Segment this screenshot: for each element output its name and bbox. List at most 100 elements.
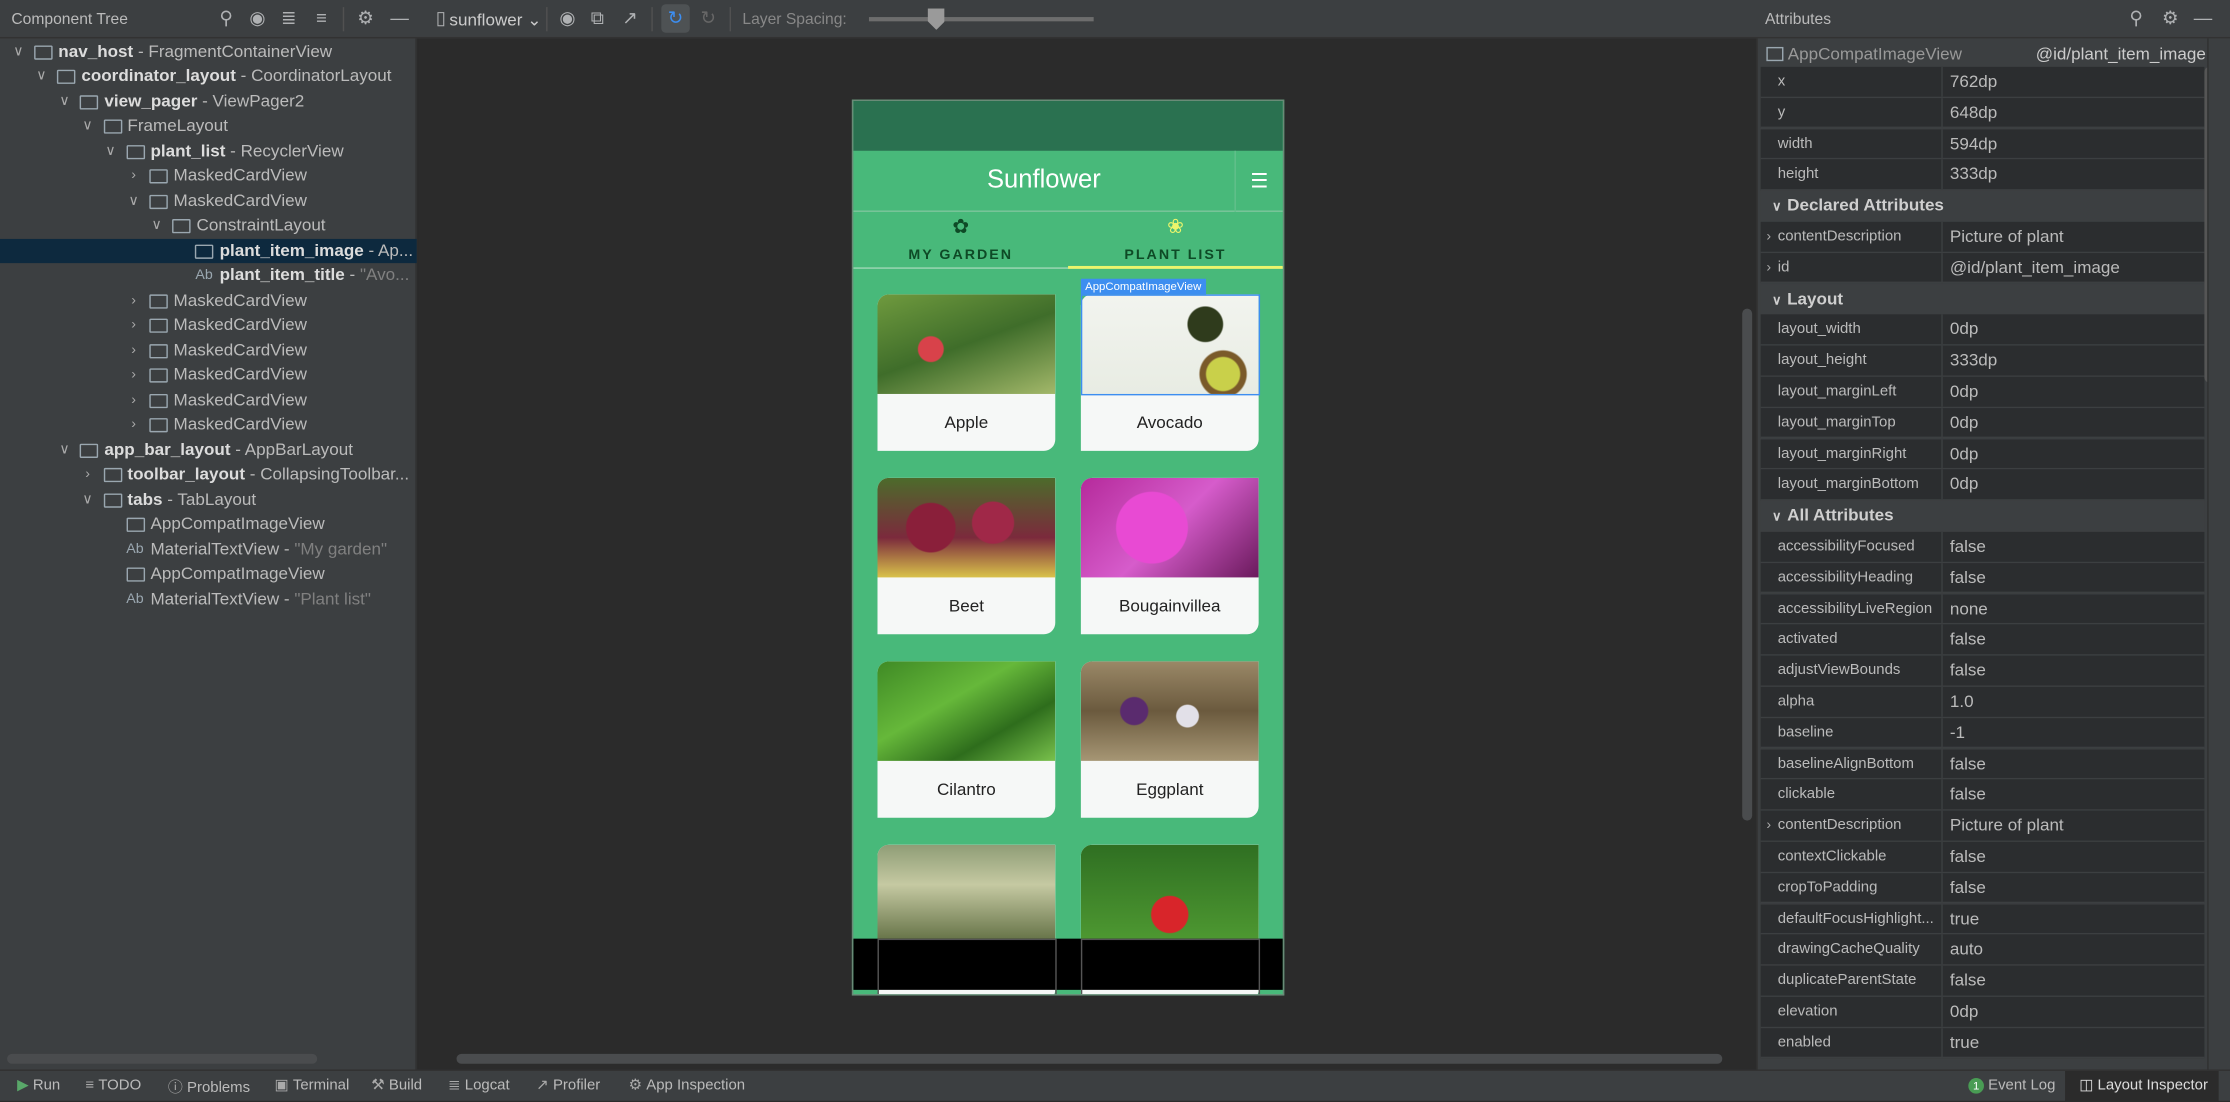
- tree-node[interactable]: ∨ ConstraintLayout: [0, 213, 417, 238]
- attribute-row[interactable]: layout_marginTop 0dp: [1760, 407, 2205, 439]
- attribute-value[interactable]: false: [1950, 532, 1986, 562]
- chevron-right-icon[interactable]: ›: [127, 338, 141, 363]
- layout-section[interactable]: ∨ Layout: [1760, 283, 2205, 315]
- attribute-value[interactable]: 0dp: [1950, 470, 1978, 500]
- chevron-down-icon[interactable]: ∨: [1772, 199, 1781, 213]
- attribute-row[interactable]: height 333dp: [1760, 159, 2205, 191]
- live-updates-icon[interactable]: ↻: [661, 4, 690, 33]
- attribute-row[interactable]: activated false: [1760, 624, 2205, 656]
- chevron-right-icon[interactable]: ›: [127, 288, 141, 313]
- attribute-row[interactable]: baselineAlignBottom false: [1760, 748, 2205, 780]
- horizontal-scrollbar[interactable]: [456, 1053, 1723, 1064]
- process-selector[interactable]: sunflower ⌄: [449, 10, 541, 30]
- attribute-value[interactable]: 648dp: [1950, 98, 1997, 128]
- search-icon[interactable]: ⚲: [2125, 7, 2148, 30]
- chevron-right-icon[interactable]: ›: [1766, 222, 1771, 252]
- chevron-down-icon[interactable]: ∨: [57, 437, 71, 462]
- attribute-row[interactable]: clickable false: [1760, 779, 2205, 811]
- tree-node[interactable]: › toolbar_layout - CollapsingToolbar...: [0, 462, 417, 487]
- attribute-value[interactable]: 333dp: [1950, 346, 1997, 376]
- plant-card[interactable]: Eggplant: [1080, 661, 1259, 818]
- tool-window-build[interactable]: ⚒ Build: [371, 1077, 422, 1094]
- attribute-value[interactable]: true: [1950, 1028, 1979, 1058]
- layout-inspector-button[interactable]: ◫ Layout Inspector: [2065, 1070, 2220, 1102]
- attribute-value[interactable]: false: [1950, 625, 1986, 655]
- tree-node[interactable]: ∨ plant_list - RecyclerView: [0, 139, 417, 164]
- attribute-row[interactable]: accessibilityLiveRegion none: [1760, 593, 2205, 625]
- tree-node[interactable]: ∨ nav_host - FragmentContainerView: [0, 39, 417, 64]
- tool-window-terminal[interactable]: ▣ Terminal: [274, 1077, 349, 1094]
- tree-node[interactable]: ∨ tabs - TabLayout: [0, 487, 417, 512]
- attribute-row[interactable]: y 648dp: [1760, 97, 2205, 129]
- attribute-value[interactable]: false: [1950, 563, 1986, 593]
- chevron-right-icon[interactable]: ›: [80, 462, 94, 487]
- tab-plant-list[interactable]: ❀ PLANT LIST: [1068, 212, 1283, 269]
- attribute-value[interactable]: Picture of plant: [1950, 222, 2064, 252]
- tool-window-problems[interactable]: ⓘ Problems: [168, 1077, 250, 1098]
- chevron-right-icon[interactable]: ›: [127, 363, 141, 388]
- attribute-value[interactable]: none: [1950, 594, 1988, 624]
- tool-window-todo[interactable]: ≡ TODO: [85, 1077, 141, 1094]
- attribute-value[interactable]: 333dp: [1950, 160, 1997, 190]
- attribute-row[interactable]: defaultFocusHighlight... true: [1760, 903, 2205, 935]
- attribute-value[interactable]: 0dp: [1950, 377, 1978, 407]
- attribute-value[interactable]: 0dp: [1950, 315, 1978, 345]
- attribute-row[interactable]: layout_height 333dp: [1760, 345, 2205, 377]
- chevron-down-icon[interactable]: ∨: [57, 89, 71, 114]
- chevron-right-icon[interactable]: ›: [1766, 811, 1771, 841]
- attribute-row[interactable]: alpha 1.0: [1760, 686, 2205, 718]
- attribute-value[interactable]: true: [1950, 904, 1979, 934]
- plant-card[interactable]: Apple: [877, 294, 1056, 451]
- tree-node[interactable]: ∨ FrameLayout: [0, 114, 417, 139]
- minimize-icon[interactable]: —: [388, 7, 411, 30]
- attribute-row[interactable]: layout_marginBottom 0dp: [1760, 469, 2205, 501]
- tree-node[interactable]: Ab MaterialTextView - "My garden": [0, 537, 417, 562]
- attribute-value[interactable]: false: [1950, 966, 1986, 996]
- chevron-down-icon[interactable]: ∨: [127, 188, 141, 213]
- attribute-row[interactable]: layout_marginLeft 0dp: [1760, 376, 2205, 408]
- chevron-right-icon[interactable]: ›: [127, 313, 141, 338]
- tree-node[interactable]: › MaskedCardView: [0, 313, 417, 338]
- all-attributes-section[interactable]: ∨ All Attributes: [1760, 500, 2205, 532]
- tree-node[interactable]: › MaskedCardView: [0, 412, 417, 437]
- attribute-value[interactable]: 0dp: [1950, 408, 1978, 438]
- attribute-value[interactable]: 594dp: [1950, 129, 1997, 159]
- chevron-right-icon[interactable]: ›: [1766, 253, 1771, 283]
- attribute-row[interactable]: accessibilityFocused false: [1760, 531, 2205, 563]
- chevron-right-icon[interactable]: ›: [127, 388, 141, 413]
- attribute-row[interactable]: elevation 0dp: [1760, 996, 2205, 1028]
- tree-node[interactable]: ∨ MaskedCardView: [0, 188, 417, 213]
- export-icon[interactable]: ↗: [619, 7, 642, 30]
- attribute-row[interactable]: › id @id/plant_item_image: [1760, 252, 2205, 284]
- chevron-down-icon[interactable]: ∨: [104, 139, 118, 164]
- tool-window-app-inspection[interactable]: ⚙ App Inspection: [629, 1077, 745, 1094]
- attribute-value[interactable]: false: [1950, 656, 1986, 686]
- expand-all-icon[interactable]: ≣: [277, 7, 300, 30]
- attribute-value[interactable]: false: [1950, 873, 1986, 903]
- vertical-scrollbar[interactable]: [1742, 308, 1753, 821]
- tree-node[interactable]: AppCompatImageView: [0, 562, 417, 587]
- gear-icon[interactable]: ⚙: [354, 7, 377, 30]
- slider-thumb[interactable]: [927, 8, 945, 30]
- tree-node[interactable]: Ab MaterialTextView - "Plant list": [0, 587, 417, 612]
- attribute-value[interactable]: -1: [1950, 718, 1965, 748]
- attribute-value[interactable]: @id/plant_item_image: [1950, 253, 2120, 283]
- attribute-value[interactable]: false: [1950, 749, 1986, 779]
- attribute-value[interactable]: 1.0: [1950, 687, 1974, 717]
- attribute-value[interactable]: 0dp: [1950, 439, 1978, 469]
- attribute-value[interactable]: false: [1950, 842, 1986, 872]
- attribute-value[interactable]: 0dp: [1950, 997, 1978, 1027]
- attribute-row[interactable]: cropToPadding false: [1760, 872, 2205, 904]
- load-overlay-icon[interactable]: ⧉: [586, 7, 609, 30]
- chevron-right-icon[interactable]: ›: [127, 164, 141, 189]
- attribute-row[interactable]: baseline -1: [1760, 717, 2205, 749]
- layer-spacing-slider[interactable]: [868, 8, 1094, 30]
- tree-node[interactable]: plant_item_image - Ap...: [0, 238, 417, 264]
- tree-scrollbar[interactable]: [7, 1053, 318, 1064]
- plant-card[interactable]: Cilantro: [877, 661, 1056, 818]
- attribute-row[interactable]: accessibilityHeading false: [1760, 562, 2205, 594]
- attribute-row[interactable]: width 594dp: [1760, 128, 2205, 160]
- chevron-down-icon[interactable]: ∨: [80, 114, 94, 139]
- chevron-down-icon[interactable]: ∨: [1772, 292, 1781, 306]
- search-icon[interactable]: ⚲: [215, 7, 238, 30]
